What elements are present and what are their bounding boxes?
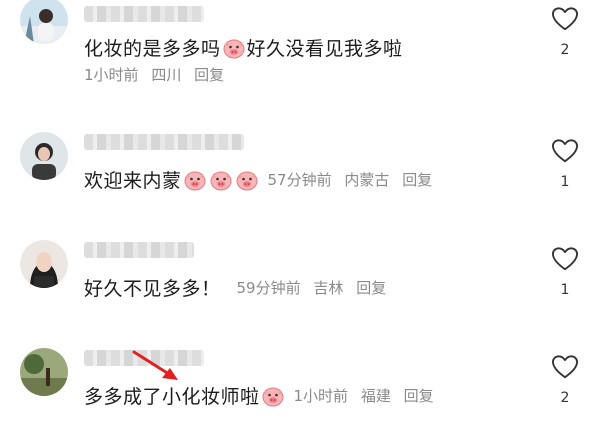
comment-location: 四川 <box>151 66 182 84</box>
comment-text-part2: 好久没看见我多啦 <box>246 38 403 60</box>
comment-time: 1小时前 <box>84 66 139 84</box>
reply-button[interactable]: 回复 <box>402 171 432 189</box>
comment-meta: 1小时前 四川 回复 <box>84 64 232 85</box>
like-count: 1 <box>560 282 570 298</box>
heart-outline-icon[interactable] <box>551 246 579 272</box>
like-count: 1 <box>560 174 570 190</box>
comment-meta: 59分钟前 吉林 回复 <box>237 277 395 298</box>
red-arrow-icon <box>132 350 178 380</box>
reply-button[interactable]: 回复 <box>404 387 434 405</box>
like-button[interactable]: 2 <box>550 6 580 58</box>
reply-button[interactable]: 回复 <box>194 66 224 84</box>
avatar[interactable] <box>20 132 68 180</box>
comment-text: 好久不见多多！ 59分钟前 吉林 回复 <box>84 274 394 301</box>
comment-time: 1小时前 <box>293 387 349 405</box>
like-button[interactable]: 2 <box>550 354 580 406</box>
like-count: 2 <box>560 42 570 58</box>
comment-item: 欢迎来内蒙 57分钟前 内蒙古 回复 1 <box>0 128 600 228</box>
comment-text-part1: 化妆的是多多吗 <box>84 38 221 60</box>
pig-face-emoji-icon <box>222 36 246 60</box>
username-blurred[interactable] <box>84 242 194 258</box>
pig-face-emoji-icon <box>235 168 259 192</box>
like-button[interactable]: 1 <box>550 246 580 298</box>
comment-time: 59分钟前 <box>236 279 301 297</box>
avatar[interactable] <box>20 240 68 288</box>
comment-meta: 57分钟前 内蒙古 回复 <box>268 169 441 190</box>
username-blurred[interactable] <box>84 6 204 22</box>
comment-time: 57分钟前 <box>267 171 332 189</box>
pig-face-emoji-icon <box>183 168 207 192</box>
like-count: 2 <box>560 390 570 406</box>
comment-item: 化妆的是多多吗 好久没看见我多啦 1小时前 四川 回复 2 <box>0 0 600 100</box>
avatar[interactable] <box>20 348 68 396</box>
pig-face-emoji-icon <box>209 168 233 192</box>
comment-location: 福建 <box>360 387 391 405</box>
comment-item: 多多成了小化妆师啦 1小时前 福建 回复 2 <box>0 344 600 444</box>
comment-item: 好久不见多多！ 59分钟前 吉林 回复 1 <box>0 236 600 336</box>
comment-meta: 1小时前 福建 回复 <box>294 385 442 406</box>
avatar[interactable] <box>20 0 68 44</box>
heart-outline-icon[interactable] <box>551 354 579 380</box>
like-button[interactable]: 1 <box>550 138 580 190</box>
comment-text-body: 欢迎来内蒙 <box>84 170 182 192</box>
comment-location: 内蒙古 <box>344 171 390 189</box>
comment-location: 吉林 <box>313 279 344 297</box>
reply-button[interactable]: 回复 <box>356 279 386 297</box>
comment-text-body: 好久不见多多！ <box>84 278 221 300</box>
username-blurred[interactable] <box>84 134 244 150</box>
heart-outline-icon[interactable] <box>551 6 579 32</box>
comment-text: 欢迎来内蒙 57分钟前 内蒙古 回复 <box>84 166 440 193</box>
comment-text: 化妆的是多多吗 好久没看见我多啦 <box>84 34 403 61</box>
heart-outline-icon[interactable] <box>551 138 579 164</box>
pig-face-emoji-icon <box>261 384 285 408</box>
